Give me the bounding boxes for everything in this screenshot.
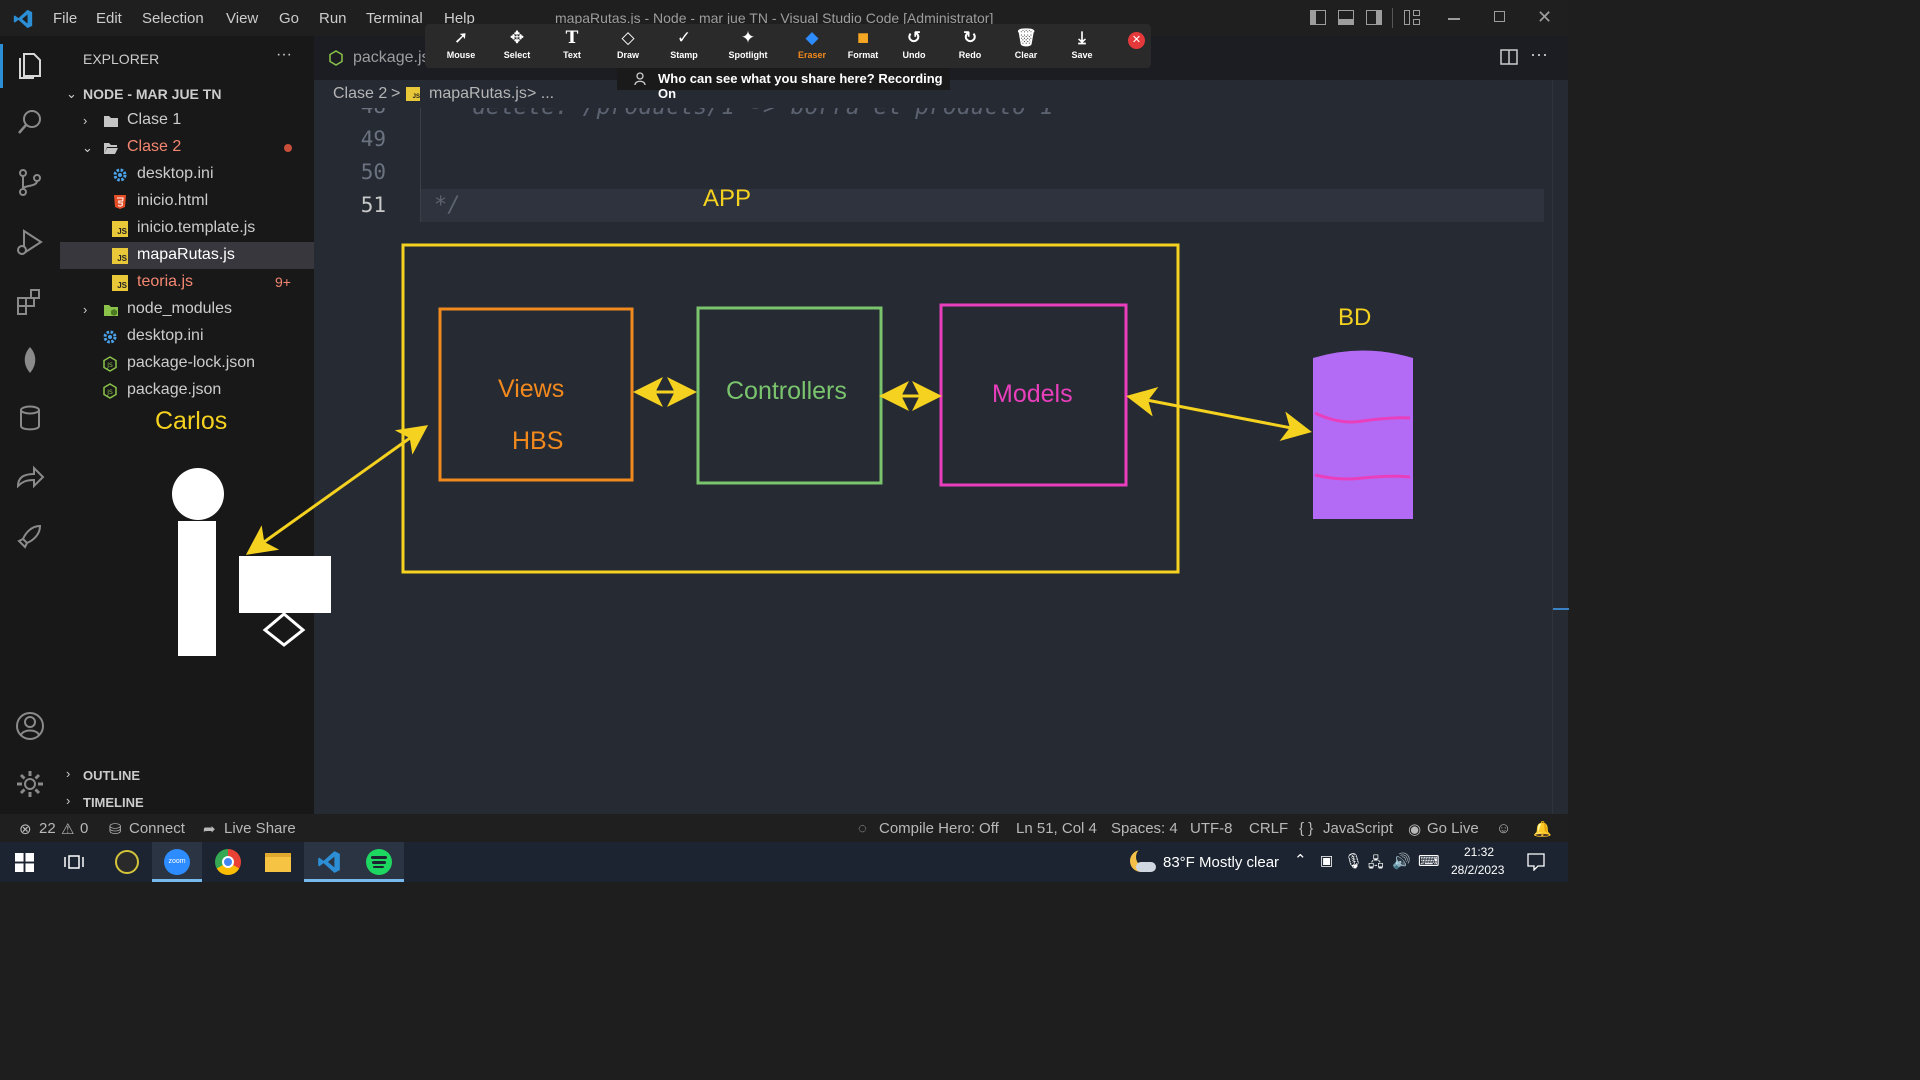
warning-icon: ⚠	[61, 821, 75, 838]
clock-date[interactable]: 28/2/2023	[1451, 863, 1504, 877]
format-icon: ■	[856, 27, 870, 49]
error-icon: ⊗	[19, 821, 32, 838]
zoom-annotation-toolbar: ➚ Mouse ✥ Select T Text ◇ Draw ✓ Stamp ✦ Spotl…	[425, 24, 1151, 68]
status-bar: ⊗ 22 ⚠ 0 ⛁ Connect ➦ Live Share ◌ Compil…	[0, 814, 1568, 842]
zoom-stamp-button[interactable]: ✓ Stamp	[656, 26, 712, 66]
language-mode-status[interactable]: { } JavaScript	[1299, 820, 1393, 838]
notifications-bell-icon[interactable]: 🔔	[1533, 820, 1552, 838]
move-icon: ✥	[509, 28, 525, 47]
broadcast-icon: ◉	[1408, 821, 1422, 838]
feedback-icon[interactable]: ☺	[1496, 820, 1511, 837]
eye-off-icon: ◌	[858, 820, 867, 837]
app-label: APP	[703, 185, 752, 212]
zoom-redo-button[interactable]: ↻ Redo	[942, 26, 998, 66]
trash-icon: 🗑	[1015, 28, 1037, 47]
annotation-drawing	[172, 243, 1413, 656]
indentation-status[interactable]: Spaces: 4	[1111, 820, 1178, 837]
zoom-clear-button[interactable]: 🗑 Clear	[998, 26, 1054, 66]
models-label: Models	[992, 380, 1073, 408]
zoom-draw-button[interactable]: ◇ Draw	[600, 26, 656, 66]
database-small-icon: ⛁	[109, 821, 122, 838]
chevron-up-icon[interactable]: ⌃	[1294, 851, 1307, 869]
spotify-icon	[366, 849, 392, 875]
bd-label: BD	[1338, 304, 1372, 331]
volume-icon[interactable]: 🔊	[1392, 852, 1411, 870]
views-label: Views	[498, 375, 565, 403]
hbs-label: HBS	[512, 427, 564, 455]
taskbar-app-obs[interactable]	[102, 842, 152, 882]
save-icon: ⤓	[1078, 28, 1086, 47]
eol-status[interactable]: CRLF	[1249, 820, 1288, 837]
chrome-icon	[215, 849, 241, 875]
compile-hero-status[interactable]: ◌ Compile Hero: Off	[858, 820, 1003, 838]
weather-moon-icon[interactable]	[1130, 847, 1156, 874]
zoom-close-icon[interactable]: ✕	[1128, 32, 1145, 49]
obs-icon	[115, 850, 139, 874]
text-icon: T	[565, 28, 579, 48]
notification-center-icon[interactable]	[1527, 853, 1545, 871]
clock-time[interactable]: 21:32	[1464, 845, 1494, 859]
eraser-icon: ◆	[805, 28, 819, 47]
diamond-icon: ◇	[621, 28, 635, 47]
live-share-small-icon: ➦	[203, 821, 216, 838]
check-icon: ✓	[676, 28, 692, 47]
taskbar-app-spotify[interactable]	[354, 842, 404, 882]
keyboard-icon[interactable]: ⌨	[1418, 852, 1440, 870]
live-share-status[interactable]: ➦ Live Share	[203, 820, 298, 838]
weather-text[interactable]: 83°F Mostly clear	[1163, 854, 1279, 871]
braces-icon: { }	[1299, 820, 1314, 837]
redo-icon: ↻	[962, 28, 978, 47]
arrow-user-app	[245, 425, 429, 555]
zoom-select-button[interactable]: ✥ Select	[489, 26, 545, 66]
wand-icon: ✦	[740, 28, 756, 47]
cursor-position-status[interactable]: Ln 51, Col 4	[1016, 820, 1097, 837]
undo-icon: ↺	[906, 28, 922, 47]
meet-now-icon[interactable]: ▣	[1320, 852, 1333, 869]
database-cylinder	[1313, 350, 1413, 519]
zoom-text-button[interactable]: T Text	[544, 26, 600, 66]
arrow-models-db	[1126, 387, 1312, 441]
cursor-icon: ➚	[453, 28, 469, 47]
zoom-format-button[interactable]: ■ Format	[835, 26, 891, 66]
go-live-status[interactable]: ◉ Go Live	[1408, 820, 1480, 838]
zoom-app-icon: zoom	[164, 849, 190, 875]
zoom-mouse-button[interactable]: ➚ Mouse	[433, 26, 489, 66]
windows-taskbar: zoom 83°F Mostly clear ⌃ ▣ 🎙 🖧 🔊 ⌨ 21:32…	[0, 842, 1568, 882]
taskbar-app-vscode[interactable]	[304, 842, 354, 882]
task-view-icon[interactable]	[64, 853, 84, 871]
encoding-status[interactable]: UTF-8	[1190, 820, 1233, 837]
recording-notice[interactable]: Who can see what you share here? Recordi…	[617, 68, 950, 101]
person-icon	[634, 72, 646, 86]
controllers-label: Controllers	[726, 377, 847, 405]
zoom-spotlight-button[interactable]: ✦ Spotlight	[720, 26, 776, 66]
user-label: Carlos	[155, 407, 228, 435]
zoom-save-button[interactable]: ⤓ Save	[1054, 26, 1110, 66]
taskbar-app-zoom[interactable]: zoom	[152, 842, 202, 882]
taskbar-app-chrome[interactable]	[203, 842, 253, 882]
zoom-undo-button[interactable]: ↺ Undo	[886, 26, 942, 66]
file-explorer-icon	[265, 853, 291, 872]
taskbar-app-explorer[interactable]	[253, 842, 303, 882]
vscode-taskbar-icon	[318, 851, 340, 873]
zoom-eraser-button[interactable]: ◆ Eraser	[784, 26, 840, 66]
windows-start-icon[interactable]	[15, 853, 34, 872]
connect-status[interactable]: ⛁ Connect	[109, 820, 189, 838]
user-stick-figure	[172, 468, 331, 656]
microphone-icon[interactable]: 🎙	[1344, 852, 1363, 870]
network-icon[interactable]: 🖧	[1368, 852, 1384, 876]
